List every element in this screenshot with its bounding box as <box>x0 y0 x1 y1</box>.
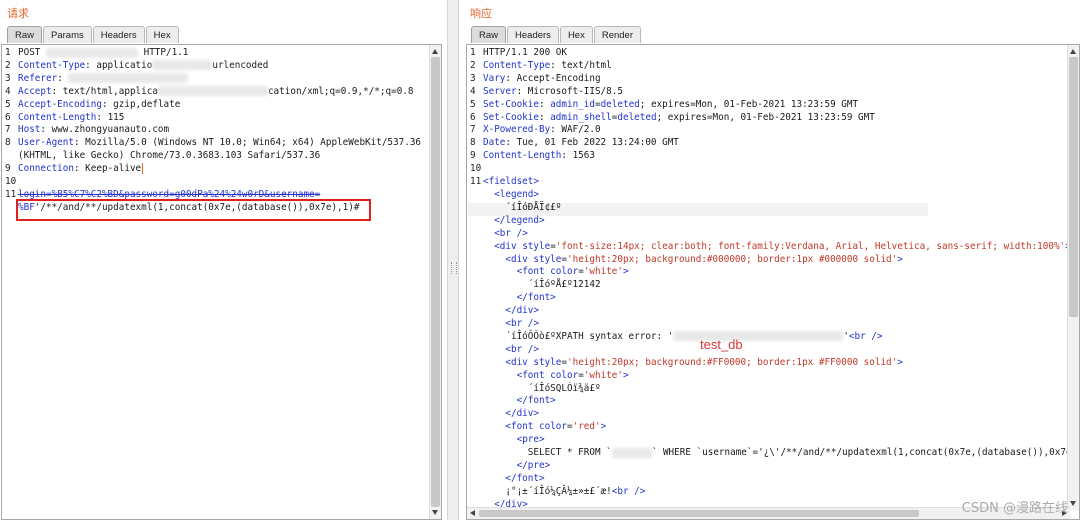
scroll-up-arrow-icon[interactable] <box>432 49 438 54</box>
scroll-up-arrow-icon[interactable] <box>1070 49 1076 54</box>
response-tab-hex[interactable]: Hex <box>559 26 593 43</box>
response-text: 1 HTTP/1.1 200 OK 2 Content-Type: text/htm… <box>470 47 1080 510</box>
response-tab-headers[interactable]: Headers <box>507 26 559 43</box>
response-scroll-thumb[interactable] <box>1069 57 1078 317</box>
response-hscroll-thumb[interactable] <box>479 510 919 517</box>
pane-splitter[interactable] <box>447 0 459 520</box>
request-editor[interactable]: 1 POST HTTP/1.1 2 Content-Type: applicatio… <box>1 44 442 520</box>
splitter-grip-icon <box>451 262 457 274</box>
response-title: 响应 <box>470 7 492 20</box>
request-tabs: Raw Params Headers Hex <box>7 26 180 43</box>
response-tab-render[interactable]: Render <box>593 26 642 43</box>
test-db-annotation: test_db <box>700 337 743 352</box>
request-tab-raw[interactable]: Raw <box>7 26 43 43</box>
request-text: 1 POST HTTP/1.1 2 Content-Type: applicatio… <box>5 47 422 213</box>
scroll-left-arrow-icon[interactable] <box>470 510 475 516</box>
response-editor[interactable]: 1 HTTP/1.1 200 OK 2 Content-Type: text/htm… <box>466 44 1080 520</box>
request-tab-hex[interactable]: Hex <box>145 26 179 43</box>
request-tab-headers[interactable]: Headers <box>92 26 145 43</box>
request-scroll-thumb[interactable] <box>431 57 440 507</box>
scroll-down-arrow-icon[interactable] <box>432 510 438 515</box>
scroll-down-arrow-icon[interactable] <box>1070 501 1076 506</box>
response-pane: 响应 Raw Headers Hex Render 1 HTTP/1.1 200 … <box>459 0 1080 520</box>
request-vertical-scrollbar[interactable] <box>429 45 441 519</box>
request-tab-params[interactable]: Params <box>43 26 92 43</box>
payload-highlight-box <box>16 199 371 221</box>
response-vertical-scrollbar[interactable] <box>1067 45 1079 510</box>
request-pane: 请求 Raw Params Headers Hex 1 POST HTTP/1.1… <box>0 0 447 520</box>
response-tab-raw[interactable]: Raw <box>471 26 507 43</box>
watermark: CSDN @漫路在线 <box>961 501 1068 516</box>
request-title: 请求 <box>7 7 29 20</box>
response-tabs: Raw Headers Hex Render <box>471 26 642 43</box>
